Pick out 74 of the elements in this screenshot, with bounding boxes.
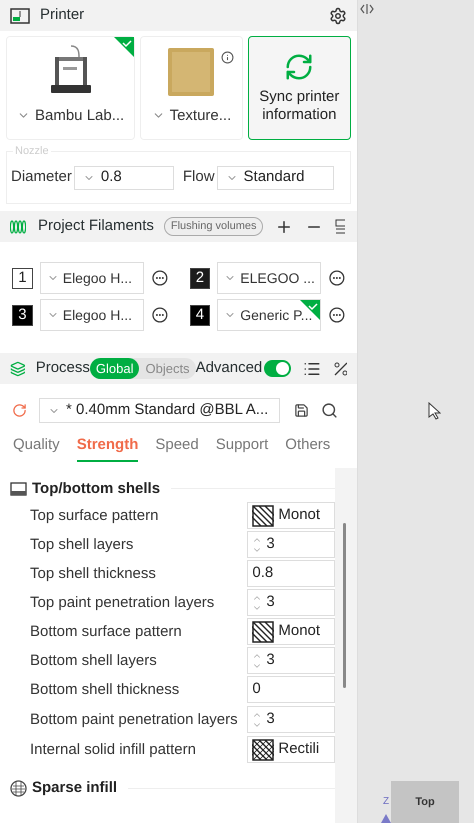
filament-dropdown[interactable]: Elegoo H... [40,262,144,294]
panel-title: Process [36,358,90,378]
card-label[interactable]: Bambu Lab... [35,104,124,127]
sync-icon [284,52,314,82]
axis-arrow-icon [381,814,391,823]
filament-number: 4 [190,304,210,326]
setting-field[interactable]: 3 [247,531,335,558]
advanced-toggle[interactable] [264,360,291,377]
filament-number: 2 [190,268,210,288]
printer-card[interactable]: Bambu Lab... [6,36,136,140]
settings-tab[interactable]: Others [285,434,330,462]
more-options-icon[interactable] [152,307,168,323]
setting-label: Top shell layers [30,536,134,554]
setting-label: Top paint penetration layers [30,594,216,612]
nozzle-dropdown[interactable]: 0.8 [74,166,174,190]
pattern-icon [252,620,274,642]
settings-tab[interactable]: Speed [155,434,199,462]
setting-field[interactable]: 0 [247,676,335,703]
field-label: Flow [182,167,215,188]
setting-label: Internal solid infill pattern [30,740,197,758]
advanced-label: Advanced [196,358,262,378]
info-icon[interactable] [220,51,234,64]
setting-field[interactable]: 3 [247,706,335,733]
printer-drawing [48,42,93,94]
printer-icon [10,6,30,24]
panel-title: Printer [40,5,84,26]
filament-number: 3 [12,304,33,326]
cursor-icon [428,402,441,420]
setting-label: Top shell thickness [30,564,157,582]
settings-tab[interactable]: Support [216,434,268,462]
field-label: Diameter [11,167,72,188]
settings-tab[interactable]: Quality [13,434,60,462]
panel-title: Project Filaments [38,216,154,236]
filament-dropdown[interactable]: Elegoo H... [40,299,144,331]
filament-dropdown[interactable]: Generic P... [217,299,322,331]
search-icon[interactable] [321,402,338,419]
collapse-icon[interactable] [360,4,374,14]
preset-dropdown[interactable]: * 0.40mm Standard @BBL A... [39,398,280,423]
setting-field[interactable]: 3 [247,589,335,616]
scrollbar-thumb[interactable] [343,522,346,688]
view-cube-top[interactable]: Top [391,781,459,823]
filament-dropdown[interactable]: ELEGOO ... [217,262,322,294]
setting-label: Bottom surface pattern [30,622,183,640]
more-options-icon[interactable] [329,270,345,286]
more-options-icon[interactable] [329,307,345,323]
setting-label: Bottom shell thickness [30,680,180,698]
plate-card[interactable]: Texture... [140,36,243,140]
section-title: Sparse infill [32,778,118,798]
setting-field[interactable]: 0.8 [247,560,335,587]
flushing-volumes-button[interactable]: Flushing volumes [164,217,264,236]
pattern-icon [252,738,274,760]
save-icon[interactable] [294,403,309,418]
filament-icon [10,220,26,234]
nozzle-dropdown[interactable]: Standard [216,166,334,190]
section-title: Top/bottom shells [32,478,160,498]
setting-label: Top surface pattern [30,506,160,524]
filament-number: 1 [12,268,33,288]
plate-drawing [168,46,214,96]
setting-label: Bottom shell layers [30,652,158,670]
settings-icon[interactable] [329,6,347,24]
percent-icon[interactable] [333,360,347,376]
layers-icon [10,360,26,378]
axis-label: Z [383,796,390,808]
more-options-icon[interactable] [152,270,168,286]
setting-field[interactable]: Rectili [247,736,335,763]
reset-icon[interactable] [12,403,27,418]
setting-field[interactable]: Monot [247,502,335,529]
setting-field[interactable]: Monot [247,618,335,645]
pattern-icon [252,504,274,526]
setting-label: Bottom paint penetration layers [30,710,239,728]
setting-field[interactable]: 3 [247,647,335,674]
card-label[interactable]: Texture... [170,104,232,127]
sync-button[interactable]: Sync printer information [248,36,352,140]
shells-icon [10,482,27,496]
